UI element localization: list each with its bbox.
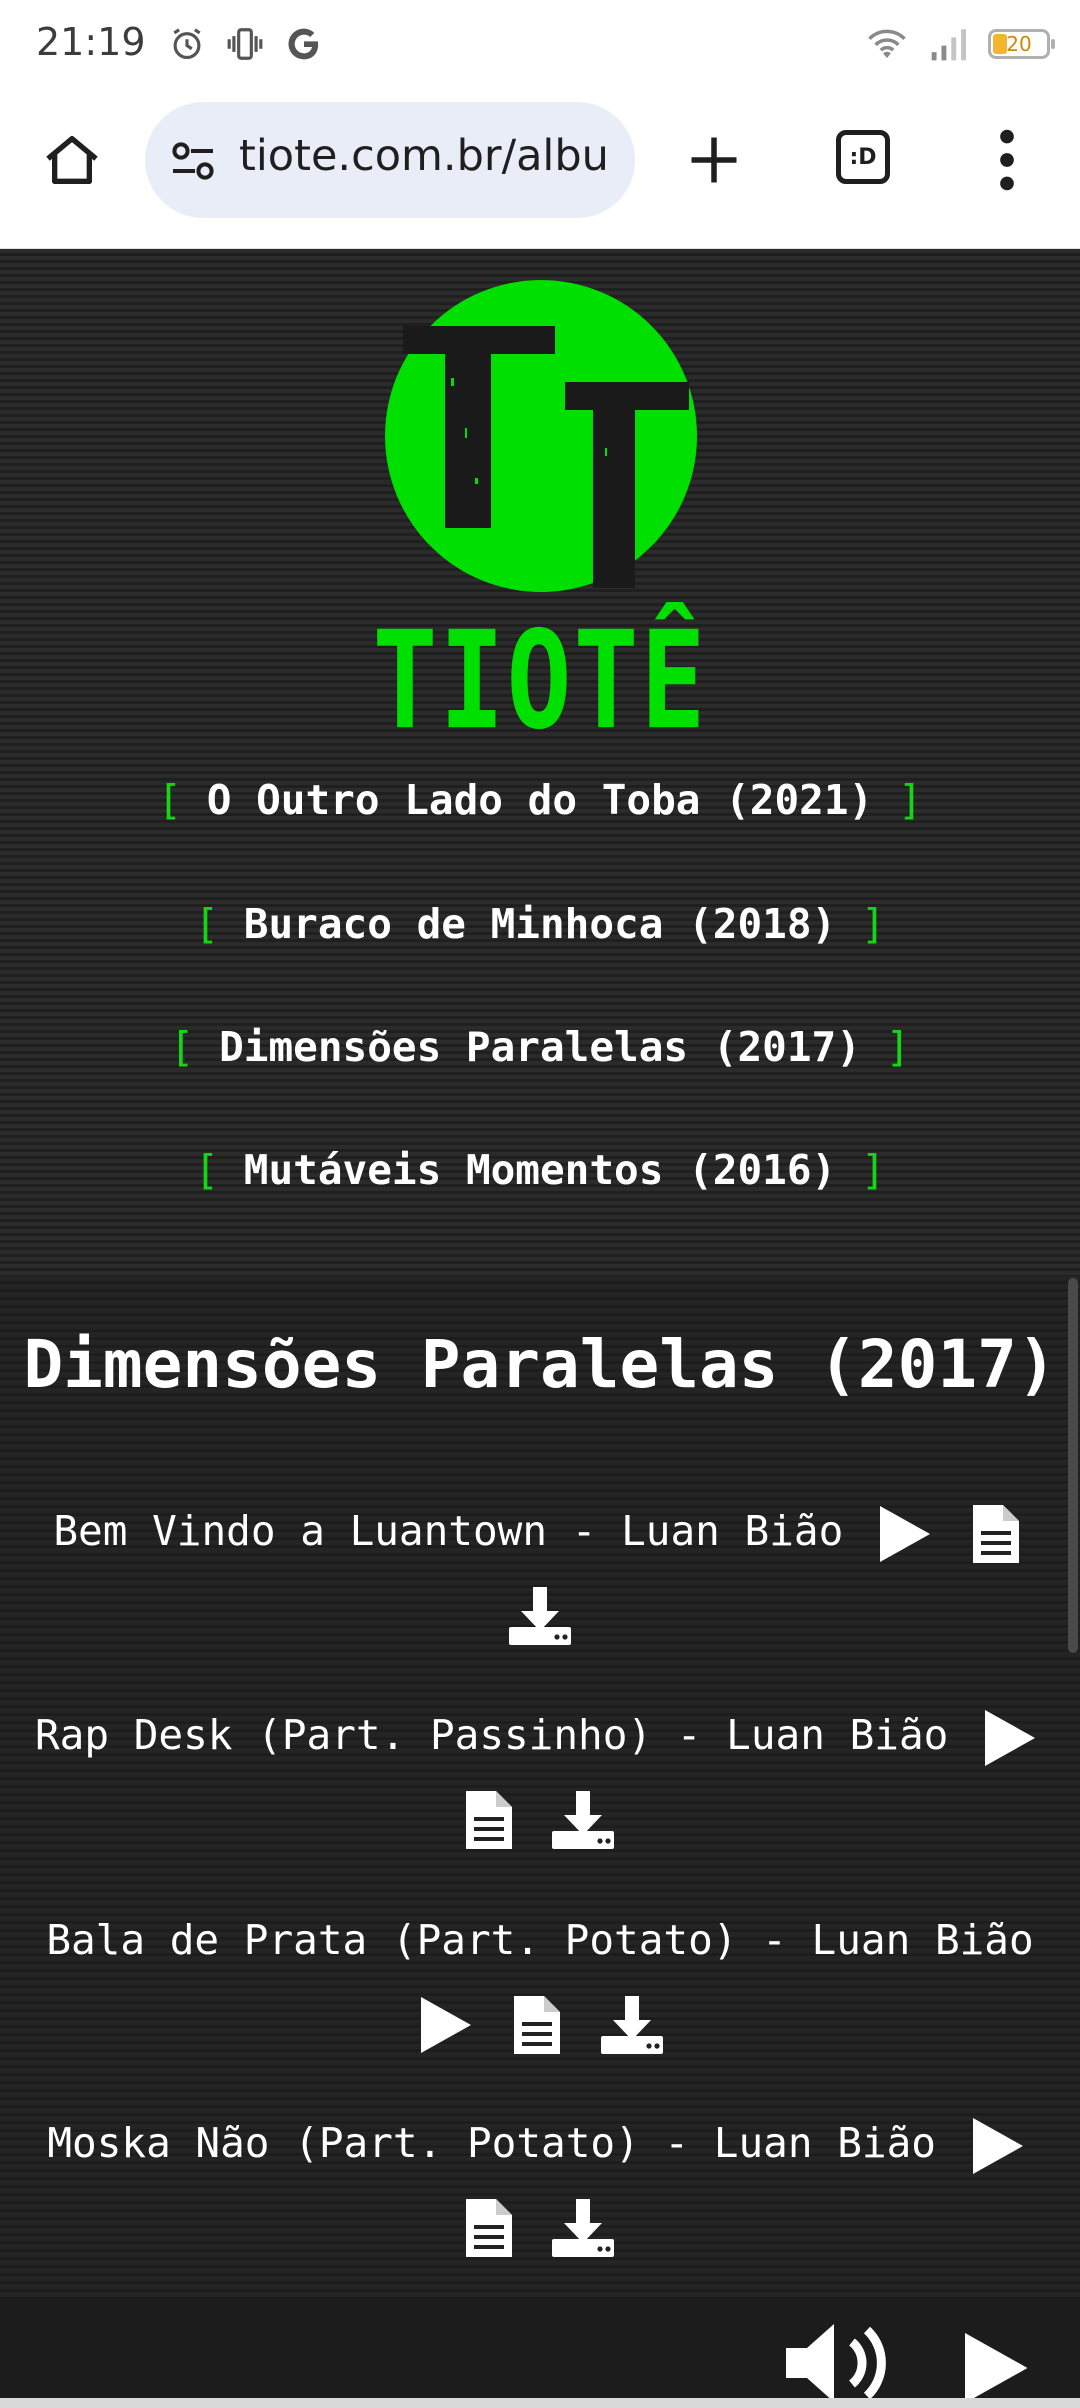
album-link[interactable]: [ Dimensões Paralelas (2017) ] [0,1023,1080,1071]
download-icon[interactable] [599,1994,665,2056]
volume-icon[interactable] [780,2318,900,2408]
status-bar: 21:19 20 [0,0,1080,90]
tab-switcher-icon[interactable]: :D [836,130,890,184]
alarm-icon [173,28,201,60]
track-item: Bala de Prata (Part. Potato) - Luan Bião [20,1899,1060,2063]
download-icon[interactable] [507,1585,573,1647]
page-scrollbar[interactable] [1068,1278,1078,1653]
lyrics-icon[interactable] [512,1994,562,2056]
web-page: TIOTÊ [ O Outro Lado do Toba (2021) ] [ … [0,249,1080,2408]
audio-player [0,2300,1080,2408]
bracket-close: ] [860,1146,886,1194]
battery-icon: 20 [988,29,1055,59]
signal-icon [931,29,966,61]
download-icon[interactable] [550,1789,616,1851]
player-progress-bar[interactable] [0,2398,1080,2408]
lyrics-icon[interactable] [464,1789,514,1851]
battery-level: 20 [1006,32,1032,56]
more-menu-icon[interactable] [992,128,1022,192]
album-panel: Dimensões Paralelas (2017) Bem Vindo a L… [0,1276,1080,2386]
tab-count: :D [849,144,877,170]
vibrate-icon [227,28,263,60]
bracket-close: ] [860,900,886,948]
status-time: 21:19 [36,20,146,64]
lyrics-icon[interactable] [971,1503,1021,1565]
bracket-open: [ [194,900,220,948]
bracket-open: [ [194,1146,220,1194]
site-settings-icon[interactable] [169,140,217,182]
tiote-logo[interactable] [383,278,699,594]
player-play-icon[interactable] [955,2328,1035,2408]
bracket-open: [ [169,1023,195,1071]
wifi-icon [868,29,906,58]
bracket-close: ] [897,776,923,824]
play-icon[interactable] [874,1502,934,1566]
track-item: Bem Vindo a Luantown - Luan Bião [20,1490,1060,1654]
play-icon[interactable] [979,1706,1039,1770]
home-icon[interactable] [40,128,104,192]
album-link[interactable]: [ Buraco de Minhoca (2018) ] [0,900,1080,948]
lyrics-icon[interactable] [464,2197,514,2259]
track-name: Rap Desk (Part. Passinho) - Luan Bião [35,1711,949,1759]
album-link-label[interactable]: Dimensões Paralelas (2017) [219,1023,861,1071]
album-link-label[interactable]: Buraco de Minhoca (2018) [244,900,836,948]
track-name: Moska Não (Part. Potato) - Luan Bião [47,2119,936,2167]
status-icons-right: 20 [866,22,1055,66]
track-name: Bem Vindo a Luantown - Luan Bião [53,1507,844,1555]
google-icon [288,28,319,60]
new-tab-icon[interactable] [684,130,744,190]
bracket-open: [ [157,776,183,824]
status-icons-left [168,22,324,66]
bracket-close: ] [885,1023,911,1071]
album-link-label[interactable]: Mutáveis Momentos (2016) [244,1146,836,1194]
track-item: Moska Não (Part. Potato) - Luan Bião [20,2102,1060,2266]
site-brand: TIOTÊ [372,603,708,760]
play-icon[interactable] [967,2114,1027,2178]
track-name: Bala de Prata (Part. Potato) - Luan Bião [46,1916,1034,1964]
track-item: Rap Desk (Part. Passinho) - Luan Bião [20,1694,1060,1858]
address-bar[interactable]: tiote.com.br/albu [145,102,635,218]
album-link[interactable]: [ O Outro Lado do Toba (2021) ] [0,776,1080,824]
album-title: Dimensões Paralelas (2017) [23,1326,1057,1403]
browser-toolbar: tiote.com.br/albu :D [0,90,1080,249]
download-icon[interactable] [550,2197,616,2259]
album-link[interactable]: [ Mutáveis Momentos (2016) ] [0,1146,1080,1194]
url-text[interactable]: tiote.com.br/albu [239,131,619,181]
album-link-label[interactable]: O Outro Lado do Toba (2021) [207,776,873,824]
play-icon[interactable] [415,1993,475,2057]
